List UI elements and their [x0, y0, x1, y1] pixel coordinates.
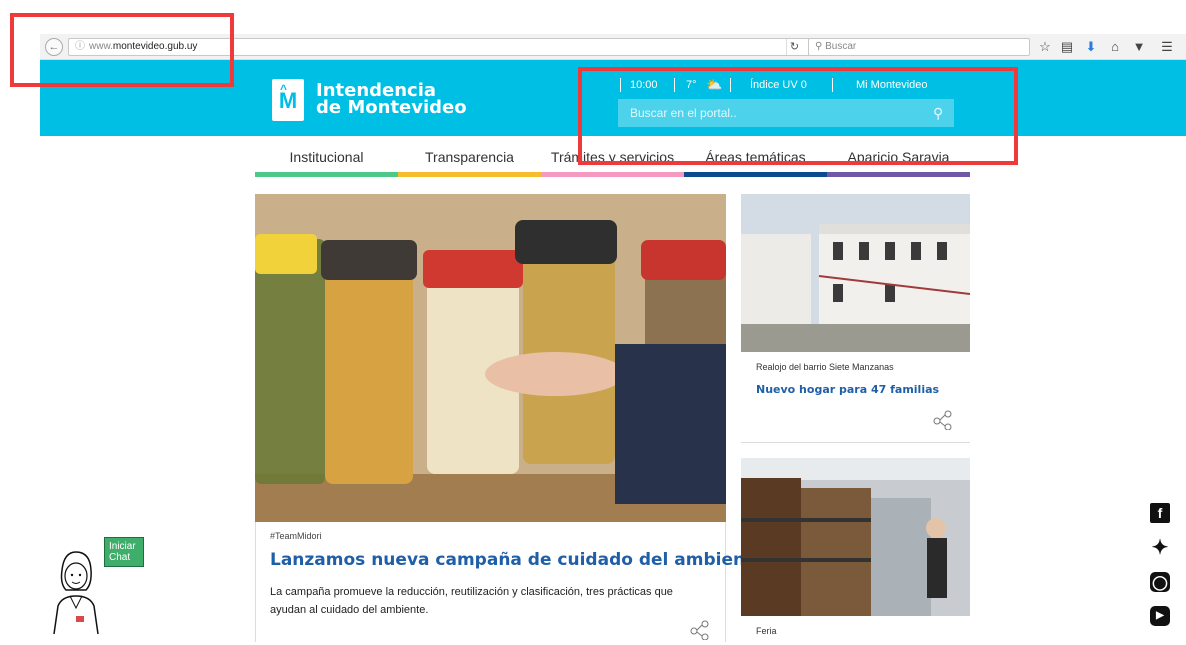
main-article-title[interactable]: Lanzamos nueva campaña de cuidado del am… [270, 550, 765, 570]
browser-search-input[interactable]: ⚲ Buscar [808, 38, 1030, 56]
side-article-1-image[interactable] [741, 194, 970, 352]
divider [741, 442, 970, 443]
bookmark-star-icon[interactable]: ☆ [1036, 38, 1054, 56]
share-icon[interactable] [690, 620, 710, 641]
nav-color-bar-3 [541, 172, 684, 177]
annotation-box-header [578, 67, 1018, 165]
start-chat-button[interactable]: Iniciar Chat [104, 537, 144, 567]
nav-color-bar-5 [827, 172, 970, 177]
annotation-box-url [10, 13, 234, 87]
reload-icon[interactable]: ↻ [786, 39, 802, 55]
nav-color-bar-2 [398, 172, 541, 177]
twitter-icon[interactable]: ✦ [1150, 538, 1170, 558]
reading-list-icon[interactable]: ▤ [1058, 38, 1076, 56]
nav-color-bar-4 [684, 172, 827, 177]
side-article-1-title[interactable]: Nuevo hogar para 47 familias [756, 383, 939, 396]
facebook-icon[interactable]: f [1150, 503, 1170, 523]
menu-icon[interactable]: ☰ [1158, 38, 1176, 56]
download-icon[interactable]: ⬇ [1082, 38, 1100, 56]
main-article-description: La campaña promueve la reducción, reutil… [270, 586, 673, 616]
home-icon[interactable]: ⌂ [1106, 38, 1124, 56]
logo-hat-icon: ^ [280, 82, 288, 96]
nav-color-bar-1 [255, 172, 398, 177]
search-icon: ⚲ [815, 41, 823, 52]
chat-label-1: Iniciar [109, 541, 136, 552]
pocket-icon[interactable]: ▼ [1130, 38, 1148, 56]
instagram-icon[interactable]: ◯ [1150, 572, 1170, 592]
youtube-icon[interactable]: ▶ [1150, 606, 1170, 626]
chat-agent-avatar[interactable] [48, 548, 104, 635]
share-icon[interactable] [933, 410, 953, 431]
main-article-image[interactable] [255, 194, 726, 522]
side-article-2-caption[interactable]: Feria [756, 626, 777, 636]
browser-search-placeholder: Buscar [825, 41, 857, 52]
logo-icon[interactable]: ^ M [272, 79, 304, 121]
nav-institucional[interactable]: Institucional [255, 148, 398, 166]
side-article-1-caption[interactable]: Realojo del barrio Siete Manzanas [756, 362, 894, 372]
main-article-card [255, 522, 726, 642]
side-article-2-image[interactable] [741, 458, 970, 616]
main-article-tag[interactable]: #TeamMidori [270, 531, 322, 541]
logo-line-2: de Montevideo [316, 97, 467, 118]
chat-label-2: Chat [109, 552, 131, 563]
nav-transparencia[interactable]: Transparencia [398, 148, 541, 166]
logo-text[interactable]: Intendencia de Montevideo [316, 82, 467, 118]
